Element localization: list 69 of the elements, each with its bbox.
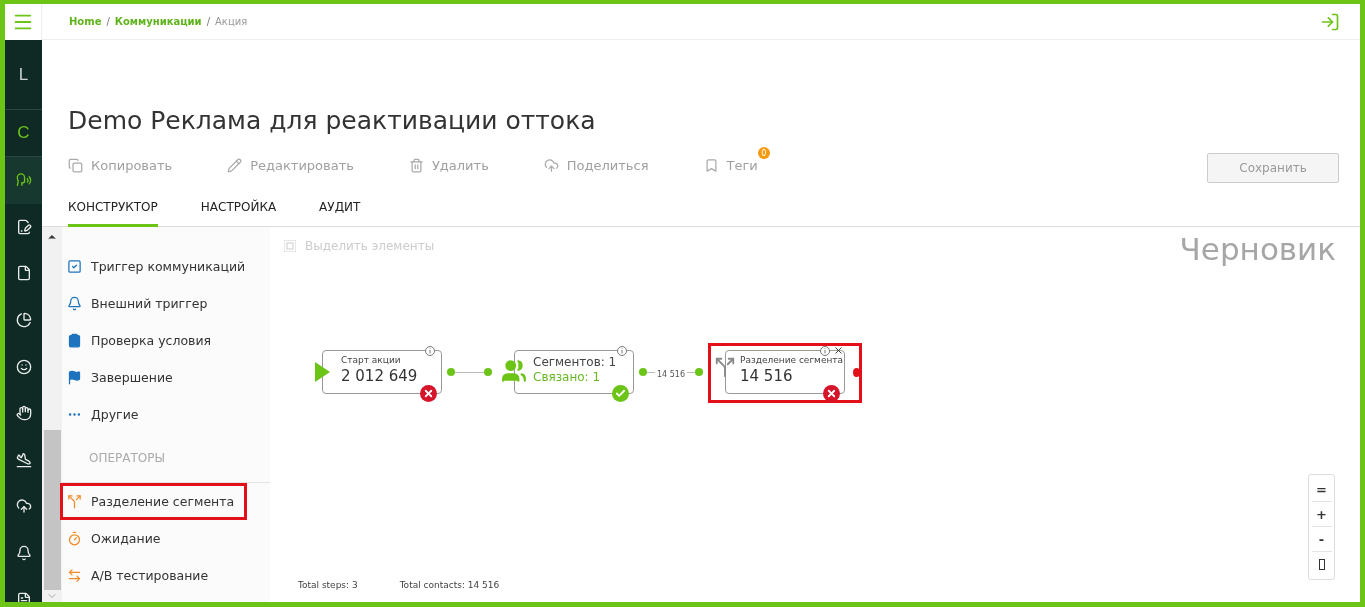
breadcrumb-current: Акция <box>215 16 248 27</box>
speaker-icon <box>15 172 32 189</box>
close-icon[interactable] <box>833 345 844 356</box>
bell-icon <box>67 296 82 311</box>
copy-icon <box>68 157 83 173</box>
trash-icon <box>408 157 424 173</box>
palette-item[interactable]: Внешний триггер <box>60 285 221 322</box>
bookmark-icon <box>703 157 719 173</box>
count-badge: 0 <box>757 147 770 159</box>
hand-icon <box>15 405 32 422</box>
cloud-upload-icon <box>543 157 559 173</box>
port-dot[interactable] <box>484 368 492 376</box>
document-icon <box>15 265 32 282</box>
node-value: Связано: 1 <box>533 370 602 384</box>
connector-line <box>455 371 484 373</box>
tab[interactable]: НАСТРОЙКА <box>200 190 277 227</box>
edit-document-icon <box>15 218 32 235</box>
breadcrumb-separator: / <box>206 16 210 27</box>
split-icon <box>67 494 82 509</box>
smiley-icon <box>15 358 32 375</box>
plane-icon <box>15 451 32 468</box>
zoom-button[interactable]: - <box>1311 527 1332 552</box>
rectangle-icon <box>1318 559 1325 570</box>
stat-text: Total steps: 3 <box>298 580 358 590</box>
bell-icon <box>15 545 32 562</box>
clipboard-icon <box>67 333 82 348</box>
node-title: Разделение сегмента <box>740 355 844 365</box>
port-dot[interactable] <box>447 368 455 376</box>
pie-chart-icon <box>15 312 32 329</box>
arrows-icon <box>67 568 82 583</box>
zoom-button[interactable]: + <box>1311 502 1332 527</box>
output-port[interactable] <box>853 368 860 377</box>
info-icon[interactable] <box>425 346 435 356</box>
zoom-button[interactable]: = <box>1311 477 1332 502</box>
people-icon <box>501 358 527 384</box>
port-dot[interactable] <box>695 368 703 376</box>
breadcrumb-separator: / <box>106 16 110 27</box>
draft-status: Черновик <box>1179 231 1336 267</box>
scroll-thumb[interactable] <box>43 430 61 590</box>
selection-icon <box>284 240 296 252</box>
stopwatch-icon <box>67 531 82 546</box>
palette-item[interactable]: А/В тестирование <box>60 557 222 594</box>
page-title: Demo Реклама для реактивации оттока <box>68 106 597 136</box>
node-value: 14 516 <box>740 367 794 385</box>
info-icon[interactable] <box>617 346 627 356</box>
node-title: Старт акции <box>341 355 402 365</box>
tab[interactable]: АУДИТ <box>319 190 361 227</box>
palette-item[interactable]: Завершение <box>60 359 186 396</box>
pencil-icon <box>227 157 243 173</box>
port-dot[interactable] <box>639 368 647 376</box>
palette-item[interactable]: Проверка условия <box>60 322 225 359</box>
palette-item[interactable]: Триггер коммуникаций <box>60 248 259 285</box>
flag-icon <box>67 370 82 385</box>
document-icon <box>15 591 32 602</box>
node-title: Сегментов: 1 <box>533 355 618 369</box>
split-icon <box>714 356 736 378</box>
scrollbar[interactable] <box>42 227 62 602</box>
play-icon <box>315 362 330 382</box>
info-icon[interactable] <box>820 346 830 356</box>
palette-item[interactable]: Другие <box>60 396 152 433</box>
connector-label: 14 516 <box>655 369 687 379</box>
palette-item[interactable]: Разделение сегмента <box>60 483 248 520</box>
checkbox-icon <box>67 259 82 274</box>
rail-item[interactable]: L <box>5 40 42 110</box>
palette-item[interactable]: Ожидание <box>60 520 174 557</box>
stat-text: Total contacts: 14 516 <box>399 580 500 590</box>
section-title: ОПЕРАТОРЫ <box>62 433 270 483</box>
cloud-upload-icon <box>15 498 32 515</box>
node-value: 2 012 649 <box>341 367 419 385</box>
